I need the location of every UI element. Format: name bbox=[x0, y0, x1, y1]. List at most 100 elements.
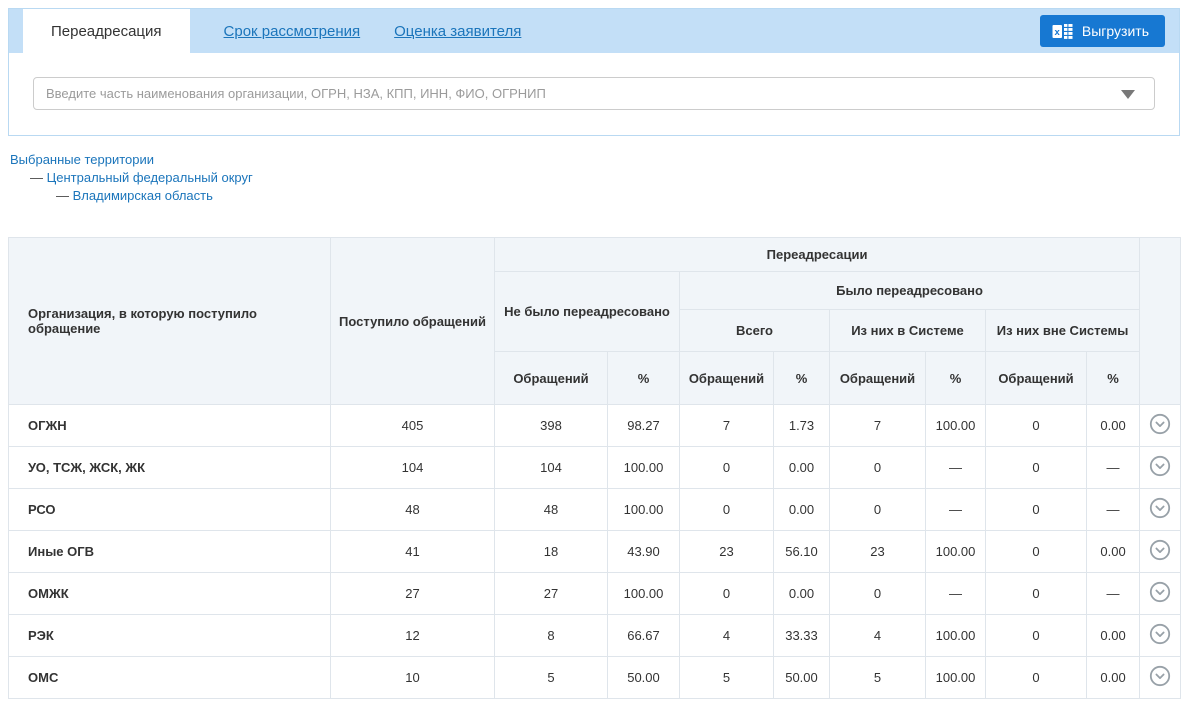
total-count-cell: 0 bbox=[680, 489, 774, 531]
table-row: ОМС 10 5 50.00 5 50.00 5 100.00 0 0.00 bbox=[9, 657, 1181, 699]
selected-territories: Выбранные территории — Центральный федер… bbox=[10, 151, 1188, 205]
org-cell: РСО bbox=[9, 489, 331, 531]
header-percent: % bbox=[1087, 352, 1140, 405]
not-forwarded-pct-cell: 43.90 bbox=[608, 531, 680, 573]
export-button-label: Выгрузить bbox=[1082, 23, 1149, 39]
not-forwarded-count-cell: 5 bbox=[495, 657, 608, 699]
territory-link-vladimirskaya[interactable]: Владимирская область bbox=[73, 188, 213, 203]
tab-pereadresaciya[interactable]: Переадресация bbox=[23, 9, 190, 53]
tab-bar: Переадресация Срок рассмотрения Оценка з… bbox=[9, 9, 1179, 53]
expand-row-button[interactable] bbox=[1149, 413, 1171, 435]
territory-item: — Владимирская область bbox=[10, 187, 1188, 205]
in-system-pct-cell: 100.00 bbox=[926, 405, 986, 447]
territory-item: — Центральный федеральный округ bbox=[10, 169, 1188, 187]
tab-srok-rassmotreniya[interactable]: Срок рассмотрения bbox=[224, 9, 361, 53]
territory-link-cfo[interactable]: Центральный федеральный округ bbox=[47, 170, 253, 185]
org-cell: ОГЖН bbox=[9, 405, 331, 447]
not-forwarded-count-cell: 104 bbox=[495, 447, 608, 489]
out-system-pct-cell: — bbox=[1087, 447, 1140, 489]
expand-row-button[interactable] bbox=[1149, 497, 1171, 519]
in-system-count-cell: 4 bbox=[830, 615, 926, 657]
header-in-system: Из них в Системе bbox=[830, 310, 986, 352]
out-system-pct-cell: — bbox=[1087, 573, 1140, 615]
header-appeals: Обращений bbox=[680, 352, 774, 405]
received-cell: 12 bbox=[331, 615, 495, 657]
not-forwarded-pct-cell: 100.00 bbox=[608, 489, 680, 531]
not-forwarded-count-cell: 398 bbox=[495, 405, 608, 447]
table-row: ОГЖН 405 398 98.27 7 1.73 7 100.00 0 0.0… bbox=[9, 405, 1181, 447]
out-system-pct-cell: 0.00 bbox=[1087, 531, 1140, 573]
not-forwarded-pct-cell: 100.00 bbox=[608, 573, 680, 615]
total-count-cell: 5 bbox=[680, 657, 774, 699]
dropdown-caret-icon[interactable] bbox=[1121, 90, 1135, 99]
received-cell: 104 bbox=[331, 447, 495, 489]
total-count-cell: 0 bbox=[680, 573, 774, 615]
expand-row-button[interactable] bbox=[1149, 539, 1171, 561]
total-pct-cell: 0.00 bbox=[774, 447, 830, 489]
in-system-pct-cell: — bbox=[926, 489, 986, 531]
total-count-cell: 7 bbox=[680, 405, 774, 447]
org-cell: УО, ТСЖ, ЖСК, ЖК bbox=[9, 447, 331, 489]
out-system-pct-cell: 0.00 bbox=[1087, 657, 1140, 699]
excel-icon: x bbox=[1052, 23, 1073, 40]
total-pct-cell: 0.00 bbox=[774, 573, 830, 615]
expand-row-button[interactable] bbox=[1149, 665, 1171, 687]
out-system-count-cell: 0 bbox=[986, 405, 1087, 447]
in-system-pct-cell: — bbox=[926, 573, 986, 615]
filter-panel: Переадресация Срок рассмотрения Оценка з… bbox=[8, 8, 1180, 136]
total-count-cell: 0 bbox=[680, 447, 774, 489]
received-cell: 405 bbox=[331, 405, 495, 447]
expand-row-button[interactable] bbox=[1149, 623, 1171, 645]
not-forwarded-pct-cell: 50.00 bbox=[608, 657, 680, 699]
chevron-down-circle-icon bbox=[1149, 581, 1171, 603]
svg-text:x: x bbox=[1054, 26, 1060, 37]
in-system-count-cell: 5 bbox=[830, 657, 926, 699]
table-body: ОГЖН 405 398 98.27 7 1.73 7 100.00 0 0.0… bbox=[9, 405, 1181, 699]
chevron-down-circle-icon bbox=[1149, 539, 1171, 561]
out-system-pct-cell: 0.00 bbox=[1087, 615, 1140, 657]
not-forwarded-pct-cell: 98.27 bbox=[608, 405, 680, 447]
header-percent: % bbox=[608, 352, 680, 405]
expand-row-button[interactable] bbox=[1149, 581, 1171, 603]
received-cell: 41 bbox=[331, 531, 495, 573]
table-row: РСО 48 48 100.00 0 0.00 0 — 0 — bbox=[9, 489, 1181, 531]
total-pct-cell: 1.73 bbox=[774, 405, 830, 447]
header-percent: % bbox=[926, 352, 986, 405]
received-cell: 27 bbox=[331, 573, 495, 615]
not-forwarded-count-cell: 48 bbox=[495, 489, 608, 531]
in-system-pct-cell: 100.00 bbox=[926, 657, 986, 699]
out-system-count-cell: 0 bbox=[986, 489, 1087, 531]
territory-dash: — bbox=[30, 170, 43, 185]
header-redirections: Переадресации bbox=[495, 238, 1140, 272]
org-cell: ОМС bbox=[9, 657, 331, 699]
org-cell: РЭК bbox=[9, 615, 331, 657]
expand-row-button[interactable] bbox=[1149, 455, 1171, 477]
in-system-pct-cell: 100.00 bbox=[926, 531, 986, 573]
not-forwarded-count-cell: 18 bbox=[495, 531, 608, 573]
not-forwarded-pct-cell: 66.67 bbox=[608, 615, 680, 657]
out-system-count-cell: 0 bbox=[986, 447, 1087, 489]
tab-label: Переадресация bbox=[51, 23, 162, 40]
header-appeals: Обращений bbox=[986, 352, 1087, 405]
total-pct-cell: 56.10 bbox=[774, 531, 830, 573]
header-out-system: Из них вне Системы bbox=[986, 310, 1140, 352]
out-system-pct-cell: 0.00 bbox=[1087, 405, 1140, 447]
not-forwarded-count-cell: 8 bbox=[495, 615, 608, 657]
out-system-count-cell: 0 bbox=[986, 573, 1087, 615]
not-forwarded-pct-cell: 100.00 bbox=[608, 447, 680, 489]
export-button[interactable]: x Выгрузить bbox=[1040, 15, 1165, 47]
header-org: Организация, в которую поступило обращен… bbox=[9, 238, 331, 405]
total-count-cell: 4 bbox=[680, 615, 774, 657]
out-system-count-cell: 0 bbox=[986, 615, 1087, 657]
header-appeals: Обращений bbox=[495, 352, 608, 405]
chevron-down-circle-icon bbox=[1149, 413, 1171, 435]
table-row: ОМЖК 27 27 100.00 0 0.00 0 — 0 — bbox=[9, 573, 1181, 615]
territories-title[interactable]: Выбранные территории bbox=[10, 151, 1188, 169]
org-search-input[interactable] bbox=[33, 77, 1155, 110]
tab-ocenka-zayavitelya[interactable]: Оценка заявителя bbox=[394, 9, 521, 53]
in-system-count-cell: 0 bbox=[830, 489, 926, 531]
received-cell: 48 bbox=[331, 489, 495, 531]
chevron-down-circle-icon bbox=[1149, 623, 1171, 645]
header-forwarded: Было переадресовано bbox=[680, 272, 1140, 310]
chevron-down-circle-icon bbox=[1149, 665, 1171, 687]
